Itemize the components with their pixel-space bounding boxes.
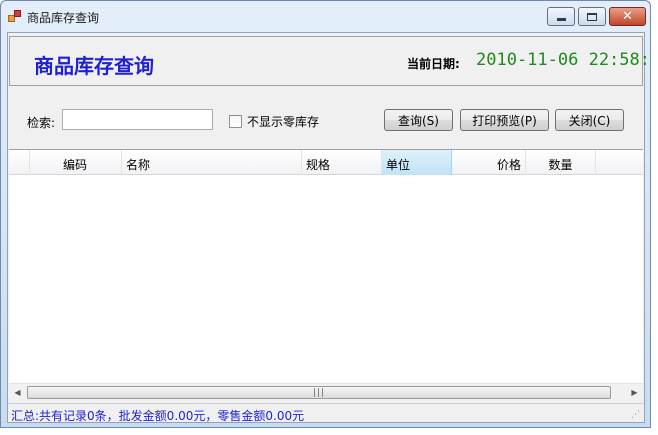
search-input[interactable]	[62, 109, 213, 130]
search-toolbar: 检索: 不显示零库存 查询(S) 打印预览(P) 关闭(C)	[9, 89, 643, 147]
close-button[interactable]: 关闭(C)	[555, 109, 624, 131]
app-icon[interactable]	[8, 10, 21, 22]
grip-icon: |||	[312, 387, 326, 398]
column-header-unit[interactable]: 单位	[382, 150, 452, 175]
scroll-right-icon[interactable]: ▶	[626, 384, 643, 401]
form-title: 商品库存查询	[34, 54, 154, 78]
date-value: 2010-11-06 22:58:04	[476, 50, 650, 70]
maximize-button[interactable]	[578, 7, 606, 26]
column-header-code[interactable]: 编码	[30, 150, 122, 175]
title-bar[interactable]: 商品库存查询 ✕	[1, 1, 650, 31]
search-label: 检索:	[27, 116, 56, 130]
column-header-row-selector[interactable]	[9, 150, 30, 175]
minimize-button[interactable]	[547, 7, 575, 26]
app-window: 商品库存查询 ✕ 商品库存查询 当前日期: 2010-11-06 22:58:0…	[0, 0, 651, 428]
close-icon: ✕	[622, 9, 633, 24]
hide-zero-stock-checkbox[interactable]: 不显示零库存	[229, 113, 319, 130]
resize-grip-icon[interactable]: ⋰	[631, 410, 641, 420]
close-window-button[interactable]: ✕	[609, 7, 646, 26]
column-header-quantity[interactable]: 数量	[526, 150, 596, 175]
inventory-grid[interactable]: 编码 名称 规格 单位 价格 数量 ◀ ||| ▶	[9, 149, 643, 400]
scroll-left-icon[interactable]: ◀	[9, 384, 26, 401]
column-header-filler	[596, 150, 643, 175]
hide-zero-stock-label: 不显示零库存	[247, 115, 320, 129]
checkbox-box[interactable]	[229, 115, 242, 128]
status-bar: 汇总:共有记录0条，批发金额0.00元，零售金额0.00元 ⋰	[8, 403, 644, 423]
header-panel: 商品库存查询 当前日期: 2010-11-06 22:58:04	[9, 36, 650, 86]
print-preview-button[interactable]: 打印预览(P)	[460, 109, 549, 131]
window-title: 商品库存查询	[27, 11, 100, 25]
column-header-spec[interactable]: 规格	[302, 150, 382, 175]
client-area: 商品库存查询 当前日期: 2010-11-06 22:58:04 检索: 不显示…	[7, 32, 650, 423]
column-header-price[interactable]: 价格	[452, 150, 526, 175]
grid-header: 编码 名称 规格 单位 价格 数量	[9, 150, 643, 175]
minimize-icon	[556, 18, 566, 21]
status-summary: 汇总:共有记录0条，批发金额0.00元，零售金额0.00元	[11, 409, 305, 423]
column-header-name[interactable]: 名称	[122, 150, 302, 175]
query-button[interactable]: 查询(S)	[384, 109, 453, 131]
date-label: 当前日期:	[407, 57, 460, 71]
horizontal-scrollbar[interactable]: ◀ ||| ▶	[9, 383, 643, 400]
scrollbar-thumb[interactable]: |||	[27, 386, 611, 399]
maximize-icon	[587, 12, 597, 21]
